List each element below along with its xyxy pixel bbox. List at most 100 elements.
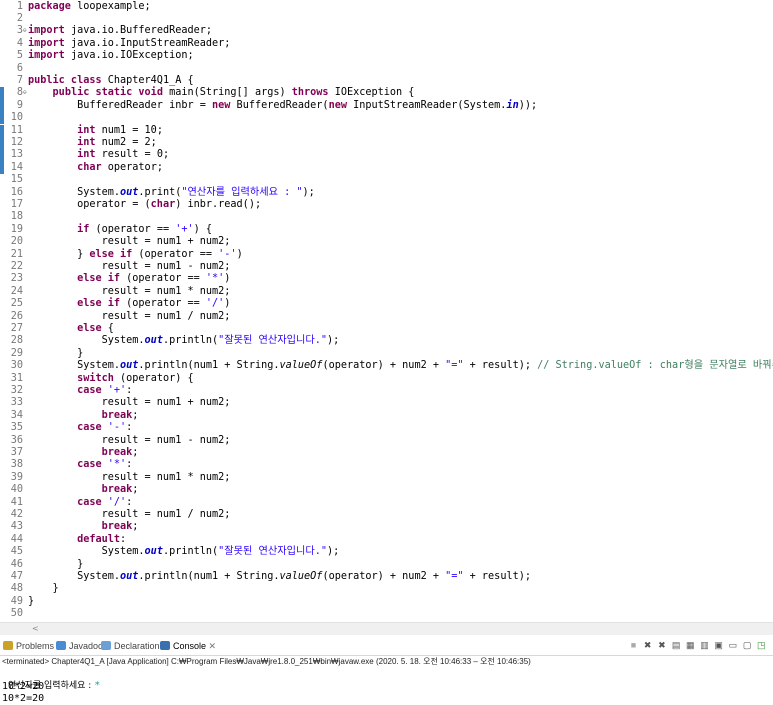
code-line[interactable]: 32 case '+': [0,385,773,397]
code-line[interactable]: 33 result = num1 + num2; [0,397,773,409]
clear-console-icon[interactable]: ▤ [671,640,682,651]
code-line[interactable]: 44 default: [0,534,773,546]
code-line[interactable]: 10 [0,112,773,124]
code-line[interactable]: 9 BufferedReader inbr = new BufferedRead… [0,100,773,112]
code-text: break; [28,521,139,533]
code-line[interactable]: 7 public class Chapter4Q1_A { [0,75,773,87]
tab-javadoc[interactable]: Javadoc [56,640,103,653]
code-line[interactable]: 27 else { [0,323,773,335]
code-line[interactable]: 14 char operator; [0,162,773,174]
code-line[interactable]: 46 } [0,559,773,571]
remove-all-icon[interactable]: ✖ [656,640,667,651]
line-number: 19 [10,223,23,235]
code-line[interactable]: 30 System.out.println(num1 + String.valu… [0,360,773,372]
code-token-fld: in [506,99,519,111]
line-number: 39 [10,471,23,483]
code-line[interactable]: 35 case '-': [0,422,773,434]
line-number: 28 [10,335,23,347]
code-line[interactable]: 3 ⊖ import java.io.BufferedReader; [0,25,773,37]
code-token: System. [28,570,121,582]
code-line[interactable]: 26 result = num1 / num2; [0,311,773,323]
code-line[interactable]: 48 } [0,583,773,595]
code-token-kw: new [212,99,231,111]
line-number: 3 [16,25,23,37]
code-line[interactable]: 1 package loopexample; [0,1,773,13]
horizontal-scrollbar[interactable]: < [0,622,773,635]
code-token: ) { [193,223,213,235]
code-line[interactable]: 12 int num2 = 2; [0,137,773,149]
code-editor[interactable]: 1 package loopexample; 2 3 ⊖ import java.io.B… [0,0,773,622]
code-token: ; [132,409,139,421]
code-line[interactable]: 21 } else if (operator == '-') [0,249,773,261]
terminate-icon[interactable]: ■ [628,640,639,651]
code-token-kw: break [101,409,133,421]
code-token-kw: break [101,446,133,458]
code-token: System. [28,335,145,347]
code-line[interactable]: 13 int result = 0; [0,149,773,161]
code-line[interactable]: 4 import java.io.InputStreamReader; [0,38,773,50]
line-number: 12 [10,136,23,148]
code-text: import java.io.BufferedReader; [28,25,212,37]
display-console-icon[interactable]: ▭ [727,640,738,651]
line-number: 18 [10,211,23,223]
code-line[interactable]: 34 break; [0,410,773,422]
code-text: System.out.println("잘못된 연산자입니다."); [28,335,340,347]
word-wrap-icon[interactable]: ▥ [699,640,710,651]
line-number: 10 [10,112,23,124]
code-line[interactable]: 28 System.out.println("잘못된 연산자입니다."); [0,335,773,347]
code-line[interactable]: 8 ⊖ public static void main(String[] args… [0,87,773,99]
code-token-kw: if [77,223,90,235]
code-line[interactable]: 31 switch (operator) { [0,373,773,385]
pin-console-icon[interactable]: ▣ [713,640,724,651]
code-line[interactable]: 15 [0,174,773,186]
code-line[interactable]: 2 [0,13,773,25]
remove-launch-icon[interactable]: ✖ [642,640,653,651]
code-line[interactable]: 6 [0,63,773,75]
code-line[interactable]: 16 System.out.print("연산자를 입력하세요 : "); [0,187,773,199]
code-line[interactable]: 45 System.out.println("잘못된 연산자입니다."); [0,546,773,558]
code-line[interactable]: 37 break; [0,447,773,459]
tab-label: Declaration [114,641,160,651]
code-line[interactable]: 40 break; [0,484,773,496]
code-line[interactable]: 20 result = num1 + num2; [0,236,773,248]
scroll-left-icon[interactable]: < [32,623,39,635]
code-line[interactable]: 41 case '/': [0,497,773,509]
tab-console[interactable]: Console ✕ [160,640,217,653]
open-console-icon[interactable]: ▢ [742,640,753,651]
code-token: + result); [463,360,538,372]
code-line[interactable]: 23 else if (operator == '*') [0,273,773,285]
code-text: char operator; [28,162,163,174]
code-token-kw: new [328,99,347,111]
code-line[interactable]: 11 int num1 = 10; [0,125,773,137]
code-line[interactable]: 42 result = num1 / num2; [0,509,773,521]
code-line[interactable]: 24 result = num1 * num2; [0,286,773,298]
code-line[interactable]: 19 if (operator == '+') { [0,224,773,236]
close-icon[interactable]: ✕ [206,641,217,651]
code-line[interactable]: 39 result = num1 * num2; [0,472,773,484]
code-token: operator; [101,161,163,173]
code-token: System. [28,546,145,558]
code-line[interactable]: 5 import java.io.IOException; [0,50,773,62]
tab-problems[interactable]: Problems [3,640,54,653]
code-line[interactable]: 17 operator = (char) inbr.read(); [0,199,773,211]
code-line[interactable]: 36 result = num1 - num2; [0,435,773,447]
code-line[interactable]: 29 } [0,348,773,360]
code-line[interactable]: 49} [0,596,773,608]
new-console-icon[interactable]: ◳ [756,640,767,651]
code-line[interactable]: 38 case '*': [0,459,773,471]
code-line[interactable]: 25 else if (operator == '/') [0,298,773,310]
code-token: java.io.InputStreamReader; [64,37,231,49]
tab-declaration[interactable]: Declaration [101,640,160,653]
code-token: result = num1 + num2; [28,236,231,248]
line-number: 48 [10,583,23,595]
code-line[interactable]: 22 result = num1 - num2; [0,261,773,273]
code-line[interactable]: 43 break; [0,521,773,533]
code-line[interactable]: 47 System.out.println(num1 + String.valu… [0,571,773,583]
code-token: BufferedReader( [230,99,329,111]
tab-label: Javadoc [69,641,103,651]
code-line[interactable]: 50 [0,608,773,620]
scroll-lock-icon[interactable]: ▦ [685,640,696,651]
code-line[interactable]: 18 [0,211,773,223]
